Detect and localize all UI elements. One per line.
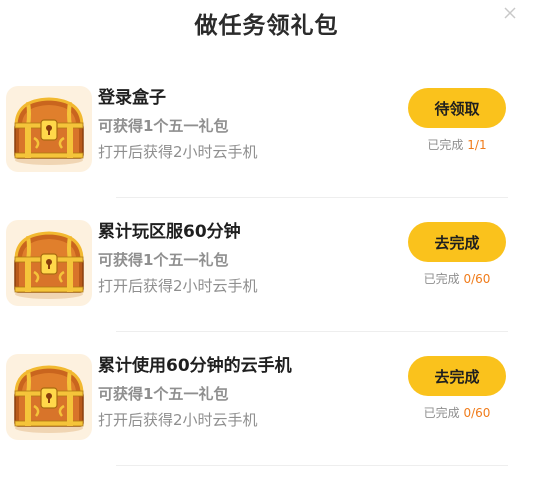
task-description: 打开后获得2小时云手机 bbox=[98, 277, 258, 295]
task-reward: 可获得1个五一礼包 bbox=[98, 251, 229, 269]
treasure-chest-icon bbox=[6, 220, 92, 306]
task-info: 累计使用60分钟的云手机 可获得1个五一礼包 打开后获得2小时云手机 bbox=[98, 354, 398, 430]
treasure-chest-icon bbox=[6, 354, 92, 440]
divider bbox=[116, 197, 508, 198]
task-description: 打开后获得2小时云手机 bbox=[98, 411, 258, 429]
progress-count: 0/60 bbox=[463, 406, 491, 420]
task-info: 累计玩区服60分钟 可获得1个五一礼包 打开后获得2小时云手机 bbox=[98, 220, 398, 296]
task-name: 登录盒子 bbox=[98, 88, 166, 108]
task-reward: 可获得1个五一礼包 bbox=[98, 117, 229, 135]
task-name: 累计使用60分钟的云手机 bbox=[98, 356, 292, 376]
close-icon[interactable] bbox=[501, 4, 519, 22]
progress-count: 0/60 bbox=[463, 272, 491, 286]
go-complete-button[interactable]: 去完成 bbox=[408, 356, 506, 396]
treasure-chest-icon bbox=[6, 86, 92, 172]
progress-label: 已完成 bbox=[427, 138, 464, 152]
task-description: 打开后获得2小时云手机 bbox=[98, 143, 258, 161]
task-progress: 已完成 1/1 bbox=[400, 136, 514, 153]
task-item: 累计玩区服60分钟 可获得1个五一礼包 打开后获得2小时云手机 去完成 已完成 … bbox=[0, 220, 533, 352]
progress-count: 1/1 bbox=[467, 138, 487, 152]
progress-label: 已完成 bbox=[423, 272, 460, 286]
task-item: 累计使用60分钟的云手机 可获得1个五一礼包 打开后获得2小时云手机 去完成 已… bbox=[0, 354, 533, 486]
task-name: 累计玩区服60分钟 bbox=[98, 222, 241, 242]
claim-button[interactable]: 待领取 bbox=[408, 88, 506, 128]
task-progress: 已完成 0/60 bbox=[400, 270, 514, 287]
task-gift-dialog: 做任务领礼包 登录盒子 可获得1个五一礼包 打开后获得2小时云手机 待领取 已完… bbox=[0, 0, 533, 474]
dialog-title: 做任务领礼包 bbox=[194, 13, 339, 39]
go-complete-button[interactable]: 去完成 bbox=[408, 222, 506, 262]
task-item: 登录盒子 可获得1个五一礼包 打开后获得2小时云手机 待领取 已完成 1/1 bbox=[0, 86, 533, 218]
progress-label: 已完成 bbox=[423, 406, 460, 420]
divider bbox=[116, 331, 508, 332]
task-reward: 可获得1个五一礼包 bbox=[98, 385, 229, 403]
task-info: 登录盒子 可获得1个五一礼包 打开后获得2小时云手机 bbox=[98, 86, 398, 162]
divider bbox=[116, 465, 508, 466]
task-progress: 已完成 0/60 bbox=[400, 404, 514, 421]
